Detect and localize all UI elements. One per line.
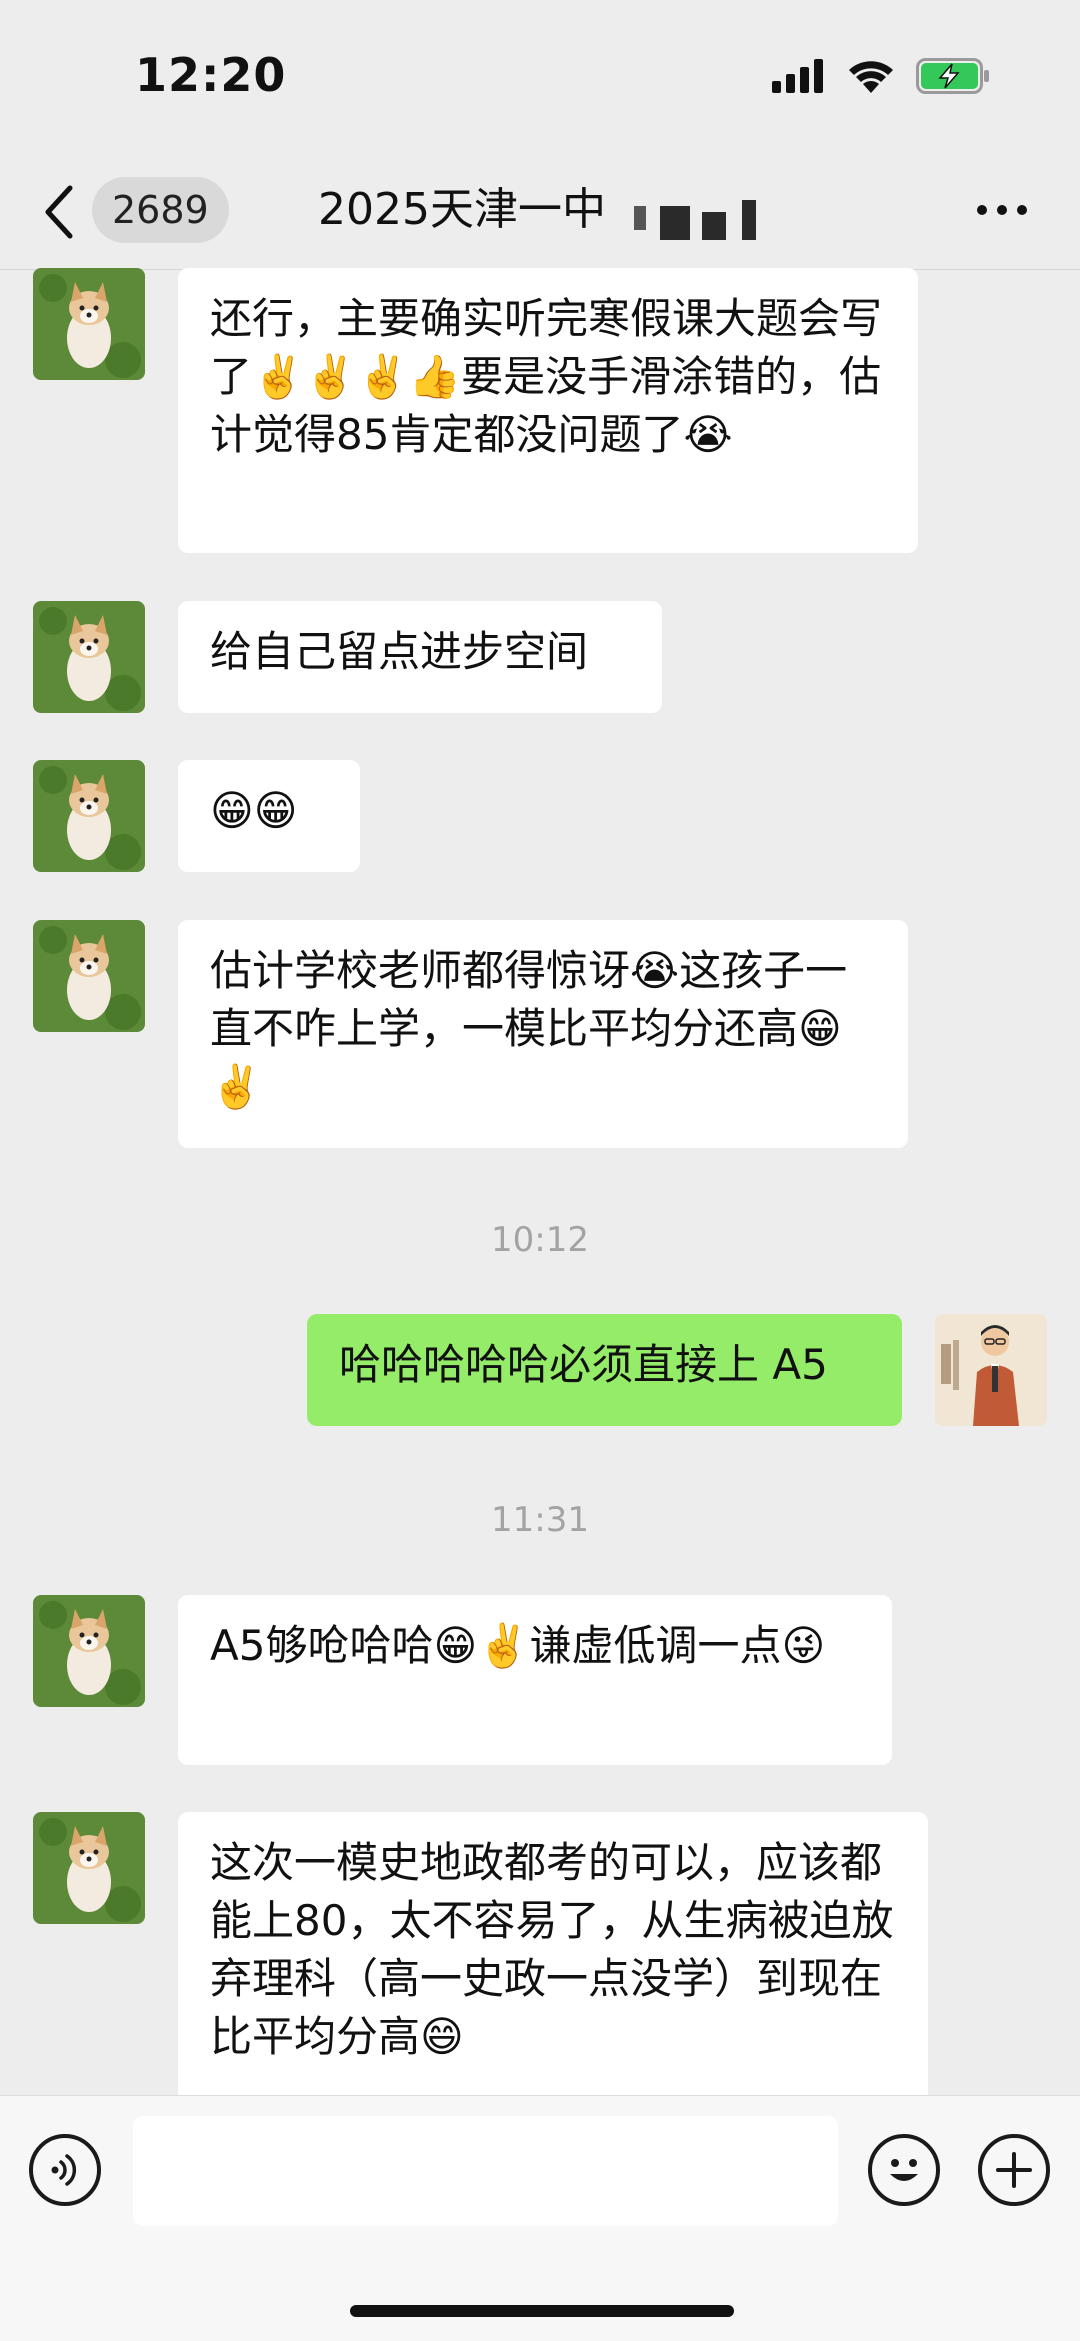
teacher-avatar-image [935, 1314, 1047, 1426]
contact-avatar[interactable] [33, 1595, 145, 1707]
corgi-avatar-image [33, 760, 145, 872]
smiley-icon [890, 2159, 918, 2181]
message-timestamp: 11:31 [491, 1500, 589, 1540]
back-chevron-icon[interactable] [40, 182, 80, 242]
status-icons [772, 58, 990, 94]
contact-avatar[interactable] [33, 601, 145, 713]
corgi-avatar-image [33, 268, 145, 380]
self-avatar[interactable] [935, 1314, 1047, 1426]
title-redaction [630, 200, 770, 240]
voice-icon [51, 2154, 77, 2186]
contact-avatar[interactable] [33, 920, 145, 1032]
status-bar: 12:20 [0, 0, 1080, 160]
contact-avatar[interactable] [33, 760, 145, 872]
emoji-button[interactable] [868, 2134, 940, 2206]
message-timestamp: 10:12 [491, 1220, 589, 1260]
message-bubble[interactable]: 哈哈哈哈哈必须直接上 A5 [307, 1314, 902, 1426]
more-options-icon[interactable] [974, 200, 1030, 220]
corgi-avatar-image [33, 1812, 145, 1924]
corgi-avatar-image [33, 601, 145, 713]
more-features-button[interactable] [978, 2134, 1050, 2206]
message-bubble[interactable]: A5够呛哈哈😁✌️谦虚低调一点😜 [178, 1595, 892, 1765]
chat-title: 2025天津一中 [318, 184, 606, 235]
wifi-icon [849, 61, 893, 93]
message-bubble[interactable]: 还行，主要确实听完寒假课大题会写了✌️✌️✌️👍要是没手滑涂错的，估计觉得85肯… [178, 268, 918, 553]
corgi-avatar-image [33, 1595, 145, 1707]
message-bubble[interactable]: 😁😁 [178, 760, 360, 872]
message-bubble[interactable]: 这次一模史地政都考的可以，应该都能上80，太不容易了，从生病被迫放弃理科（高一史… [178, 1812, 928, 2102]
corgi-avatar-image [33, 920, 145, 1032]
voice-button[interactable] [29, 2134, 101, 2206]
contact-avatar[interactable] [33, 268, 145, 380]
unread-count-badge[interactable]: 2689 [92, 177, 229, 243]
message-input[interactable] [133, 2116, 838, 2226]
cellular-signal-icon [772, 59, 823, 93]
home-indicator[interactable] [350, 2305, 734, 2317]
message-bubble[interactable]: 估计学校老师都得惊讶😭这孩子一直不咋上学，一模比平均分还高😁✌️ [178, 920, 908, 1148]
chat-screen: 12:20 2689 2025天津一中 还行，主要确实听完寒假课大题会写了✌️✌… [0, 0, 1080, 2341]
status-time: 12:20 [135, 48, 287, 102]
chat-header: 2689 2025天津一中 [0, 160, 1080, 270]
plus-icon [996, 2152, 1032, 2188]
contact-avatar[interactable] [33, 1812, 145, 1924]
battery-charging-icon [916, 58, 989, 94]
message-bubble[interactable]: 给自己留点进步空间 [178, 601, 662, 713]
